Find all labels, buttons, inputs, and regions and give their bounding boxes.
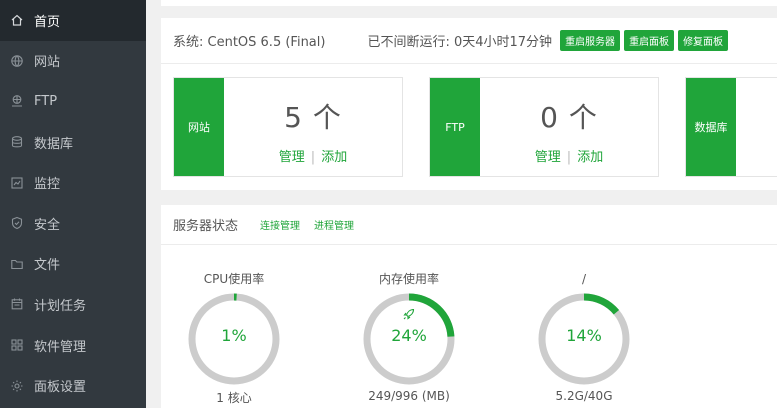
site-card: 网站 5 个 管理 | 添加 — [173, 77, 403, 177]
globe-icon — [10, 54, 24, 68]
calendar-icon — [10, 297, 24, 311]
sidebar-item-label: 首页 — [34, 14, 61, 30]
site-count: 5 个 — [284, 101, 342, 134]
rocket-icon[interactable] — [401, 306, 417, 322]
card-label: 数据库 — [686, 78, 736, 176]
gauge-ring: 14% — [538, 293, 630, 385]
card-label: 网站 — [174, 78, 224, 176]
sidebar-item-label: 软件管理 — [34, 339, 87, 355]
gauge-label: CPU使用率 — [203, 272, 265, 286]
gauge-detail: 1 核心 — [216, 391, 252, 405]
monitor-icon — [10, 176, 24, 190]
sidebar-item-label: 面板设置 — [34, 380, 87, 396]
card-links: 管理 | 添加 — [480, 146, 658, 165]
sidebar-item-label: 数据库 — [34, 136, 74, 152]
process-manage-link[interactable]: 进程管理 — [314, 217, 354, 232]
sidebar-item-files[interactable]: 文件 — [0, 244, 146, 285]
sidebar-item-label: 文件 — [34, 258, 61, 274]
gauge-detail: 249/996 (MB) — [368, 389, 450, 403]
sidebar: 首页 网站 FTP 数据库 监控 安全 文件 计划任务 软件管理 面板设置 — [0, 0, 146, 408]
add-link[interactable]: 添加 — [321, 150, 347, 165]
ftp-icon — [10, 94, 24, 108]
disk-gauge: / 14% 5.2G/40G — [529, 271, 639, 403]
separator: | — [310, 150, 316, 165]
gauge-value: 1% — [221, 326, 247, 345]
cpu-gauge: CPU使用率 1% 1 核心 — [179, 271, 289, 406]
apps-icon — [10, 338, 24, 352]
ftp-count: 0 个 — [540, 101, 598, 134]
sidebar-item-database[interactable]: 数据库 — [0, 122, 146, 163]
gauge-label: / — [581, 272, 587, 286]
memory-gauge: 内存使用率 24% 249/996 (MB) — [354, 271, 464, 403]
restart-panel-button[interactable]: 重启面板 — [624, 30, 675, 51]
system-panel: 系统: CentOS 6.5 (Final) 已不间断运行: 0天4小时17分钟… — [161, 18, 777, 190]
card-label: FTP — [430, 78, 480, 176]
manage-link[interactable]: 管理 — [535, 150, 561, 165]
sidebar-item-cron[interactable]: 计划任务 — [0, 284, 146, 325]
sidebar-item-monitor[interactable]: 监控 — [0, 162, 146, 203]
sidebar-item-sites[interactable]: 网站 — [0, 41, 146, 82]
sidebar-item-label: 网站 — [34, 55, 61, 71]
repair-panel-button[interactable]: 修复面板 — [678, 30, 729, 51]
card-body: 0 个 管理 | 添加 — [480, 78, 658, 176]
gauge-ring: 24% — [363, 293, 455, 385]
status-header: 服务器状态 连接管理 进程管理 — [161, 205, 777, 245]
sidebar-item-label: 计划任务 — [34, 298, 87, 314]
sidebar-item-label: FTP — [34, 93, 58, 109]
database-card: 数据库 — [685, 77, 777, 177]
restart-server-button[interactable]: 重启服务器 — [560, 30, 621, 51]
sidebar-item-security[interactable]: 安全 — [0, 203, 146, 244]
shield-icon — [10, 216, 24, 230]
sidebar-item-settings[interactable]: 面板设置 — [0, 365, 146, 406]
gauge-ring: 1% — [188, 293, 280, 385]
main-content: 系统: CentOS 6.5 (Final) 已不间断运行: 0天4小时17分钟… — [161, 0, 777, 408]
sidebar-item-software[interactable]: 软件管理 — [0, 325, 146, 366]
gear-icon — [10, 379, 24, 393]
status-title: 服务器状态 — [173, 219, 239, 234]
folder-icon — [10, 257, 24, 271]
gauge-detail: 5.2G/40G — [555, 389, 613, 403]
system-info-bar: 系统: CentOS 6.5 (Final) 已不间断运行: 0天4小时17分钟… — [161, 18, 777, 64]
card-links: 管理 | 添加 — [224, 146, 402, 165]
card-body: 5 个 管理 | 添加 — [224, 78, 402, 176]
sidebar-item-label: 安全 — [34, 217, 61, 233]
gauge-value: 14% — [566, 326, 602, 345]
ftp-card: FTP 0 个 管理 | 添加 — [429, 77, 659, 177]
sidebar-item-label: 监控 — [34, 177, 61, 193]
sidebar-item-ftp[interactable]: FTP — [0, 81, 146, 122]
home-icon — [10, 13, 24, 27]
sidebar-item-home[interactable]: 首页 — [0, 0, 146, 41]
manage-link[interactable]: 管理 — [279, 150, 305, 165]
overview-cards: 网站 5 个 管理 | 添加 FTP 0 个 管理 | 添加 数据库 — [173, 77, 777, 177]
top-panel — [161, 0, 777, 6]
add-link[interactable]: 添加 — [577, 150, 603, 165]
database-icon — [10, 135, 24, 149]
uptime-info: 已不间断运行: 0天4小时17分钟 — [367, 35, 553, 50]
server-status-panel: 服务器状态 连接管理 进程管理 CPU使用率 1% 1 核心 内存使用率 24%… — [161, 205, 777, 408]
separator: | — [566, 150, 572, 165]
gauge-value: 24% — [391, 326, 427, 345]
gauge-label: 内存使用率 — [378, 272, 439, 286]
os-info: 系统: CentOS 6.5 (Final) — [173, 35, 326, 50]
connection-manage-link[interactable]: 连接管理 — [260, 217, 300, 232]
